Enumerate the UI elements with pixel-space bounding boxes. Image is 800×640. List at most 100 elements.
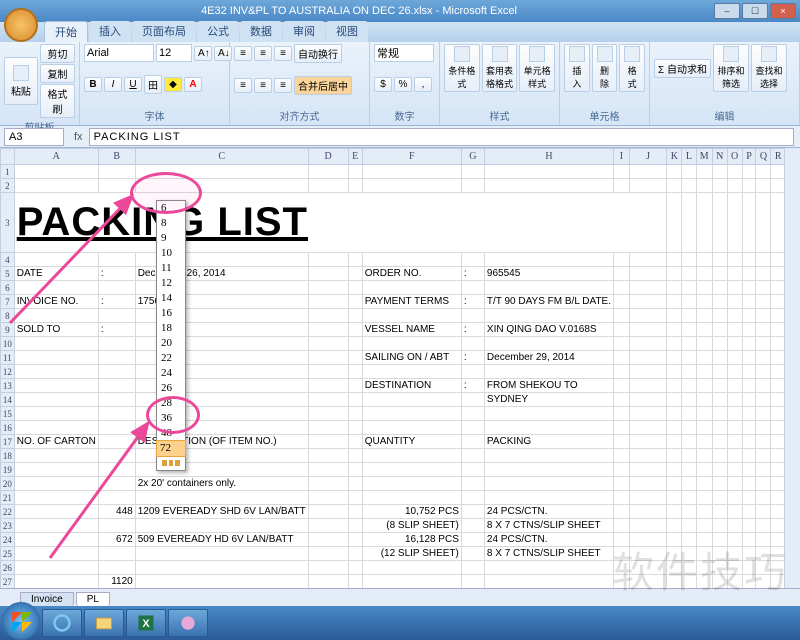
autosum-button[interactable]: Σ 自动求和 bbox=[654, 59, 711, 78]
cell-G6[interactable] bbox=[461, 281, 484, 295]
cell-L8[interactable] bbox=[682, 309, 696, 323]
cell-E20[interactable] bbox=[348, 477, 362, 491]
bold-button[interactable]: B bbox=[84, 77, 102, 92]
cell-K12[interactable] bbox=[667, 365, 682, 379]
cell-C26[interactable] bbox=[135, 561, 308, 575]
cell-P19[interactable] bbox=[742, 463, 756, 477]
cell-E10[interactable] bbox=[348, 337, 362, 351]
cell-P3[interactable] bbox=[742, 193, 756, 253]
cell-A17[interactable]: NO. OF CARTON bbox=[14, 435, 98, 449]
cell-A18[interactable] bbox=[14, 449, 98, 463]
cell-E21[interactable] bbox=[348, 491, 362, 505]
cell-H6[interactable] bbox=[484, 281, 613, 295]
cell-I12[interactable] bbox=[614, 365, 630, 379]
cell-P6[interactable] bbox=[742, 281, 756, 295]
cell-M2[interactable] bbox=[696, 179, 712, 193]
cell-G13[interactable]: : bbox=[461, 379, 484, 393]
cell-L6[interactable] bbox=[682, 281, 696, 295]
cell-E6[interactable] bbox=[348, 281, 362, 295]
cell-I13[interactable] bbox=[614, 379, 630, 393]
cell-N7[interactable] bbox=[712, 295, 727, 309]
cell-L13[interactable] bbox=[682, 379, 696, 393]
cell-A13[interactable] bbox=[14, 379, 98, 393]
cell-F15[interactable] bbox=[362, 407, 461, 421]
cell-F24[interactable]: 16,128 PCS bbox=[362, 533, 461, 547]
cell-O11[interactable] bbox=[727, 351, 742, 365]
cell-D25[interactable] bbox=[308, 547, 348, 561]
cell-Q6[interactable] bbox=[756, 281, 771, 295]
cell-D20[interactable] bbox=[308, 477, 348, 491]
cell-H10[interactable] bbox=[484, 337, 613, 351]
cell-A11[interactable] bbox=[14, 351, 98, 365]
cell-B11[interactable] bbox=[98, 351, 135, 365]
row-header-8[interactable]: 8 bbox=[1, 309, 15, 323]
cell-A21[interactable] bbox=[14, 491, 98, 505]
cell-O2[interactable] bbox=[727, 179, 742, 193]
font-size-option-9[interactable]: 9 bbox=[157, 231, 185, 246]
cell-G9[interactable]: : bbox=[461, 323, 484, 337]
cell-K15[interactable] bbox=[667, 407, 682, 421]
align-top-button[interactable]: ≡ bbox=[234, 46, 252, 61]
cell-P23[interactable] bbox=[742, 519, 756, 533]
cell-O5[interactable] bbox=[727, 267, 742, 281]
cell-O23[interactable] bbox=[727, 519, 742, 533]
cell-E8[interactable] bbox=[348, 309, 362, 323]
cell-P1[interactable] bbox=[742, 165, 756, 179]
sheet-tab-pl[interactable]: PL bbox=[76, 592, 110, 606]
cell-K22[interactable] bbox=[667, 505, 682, 519]
cell-M8[interactable] bbox=[696, 309, 712, 323]
cell-M19[interactable] bbox=[696, 463, 712, 477]
font-size-option-14[interactable]: 14 bbox=[157, 291, 185, 306]
row-header-14[interactable]: 14 bbox=[1, 393, 15, 407]
cell-Q22[interactable] bbox=[756, 505, 771, 519]
cell-J16[interactable] bbox=[629, 421, 667, 435]
cell-D5[interactable] bbox=[308, 267, 348, 281]
cell-N17[interactable] bbox=[712, 435, 727, 449]
formula-input[interactable]: PACKING LIST bbox=[89, 128, 794, 146]
font-size-dropdown[interactable]: 6891011121416182022242628364872 bbox=[156, 200, 186, 471]
cell-G1[interactable] bbox=[461, 165, 484, 179]
align-mid-button[interactable]: ≡ bbox=[254, 46, 272, 61]
cell-P10[interactable] bbox=[742, 337, 756, 351]
cell-A27[interactable] bbox=[14, 575, 98, 589]
cell-P15[interactable] bbox=[742, 407, 756, 421]
row-header-24[interactable]: 24 bbox=[1, 533, 15, 547]
cell-P7[interactable] bbox=[742, 295, 756, 309]
cell-B2[interactable] bbox=[98, 179, 135, 193]
cell-K1[interactable] bbox=[667, 165, 682, 179]
col-header-O[interactable]: O bbox=[727, 149, 742, 165]
cell-F5[interactable]: ORDER NO. bbox=[362, 267, 461, 281]
cell-C2[interactable] bbox=[135, 179, 308, 193]
cell-P12[interactable] bbox=[742, 365, 756, 379]
cell-H25[interactable]: 8 X 7 CTNS/SLIP SHEET bbox=[484, 547, 613, 561]
cell-G4[interactable] bbox=[461, 253, 484, 267]
cell-C22[interactable]: 1209 EVEREADY SHD 6V LAN/BATT bbox=[135, 505, 308, 519]
cell-D12[interactable] bbox=[308, 365, 348, 379]
cell-M20[interactable] bbox=[696, 477, 712, 491]
cell-M5[interactable] bbox=[696, 267, 712, 281]
cell-I21[interactable] bbox=[614, 491, 630, 505]
cell-Q23[interactable] bbox=[756, 519, 771, 533]
cell-H9[interactable]: XIN QING DAO V.0168S bbox=[484, 323, 613, 337]
cell-B4[interactable] bbox=[98, 253, 135, 267]
cell-I5[interactable] bbox=[614, 267, 630, 281]
cell-Q12[interactable] bbox=[756, 365, 771, 379]
cut-button[interactable]: 剪切 bbox=[40, 44, 75, 63]
cell-Q8[interactable] bbox=[756, 309, 771, 323]
cell-I4[interactable] bbox=[614, 253, 630, 267]
tab-review[interactable]: 审阅 bbox=[283, 21, 325, 42]
cell-H20[interactable] bbox=[484, 477, 613, 491]
cell-G5[interactable]: : bbox=[461, 267, 484, 281]
cell-G18[interactable] bbox=[461, 449, 484, 463]
row-header-9[interactable]: 9 bbox=[1, 323, 15, 337]
cell-N15[interactable] bbox=[712, 407, 727, 421]
cell-E26[interactable] bbox=[348, 561, 362, 575]
cell-E2[interactable] bbox=[348, 179, 362, 193]
cell-A15[interactable] bbox=[14, 407, 98, 421]
cell-K20[interactable] bbox=[667, 477, 682, 491]
cell-Q2[interactable] bbox=[756, 179, 771, 193]
cell-D7[interactable] bbox=[308, 295, 348, 309]
cell-Q7[interactable] bbox=[756, 295, 771, 309]
cell-N22[interactable] bbox=[712, 505, 727, 519]
cell-P13[interactable] bbox=[742, 379, 756, 393]
